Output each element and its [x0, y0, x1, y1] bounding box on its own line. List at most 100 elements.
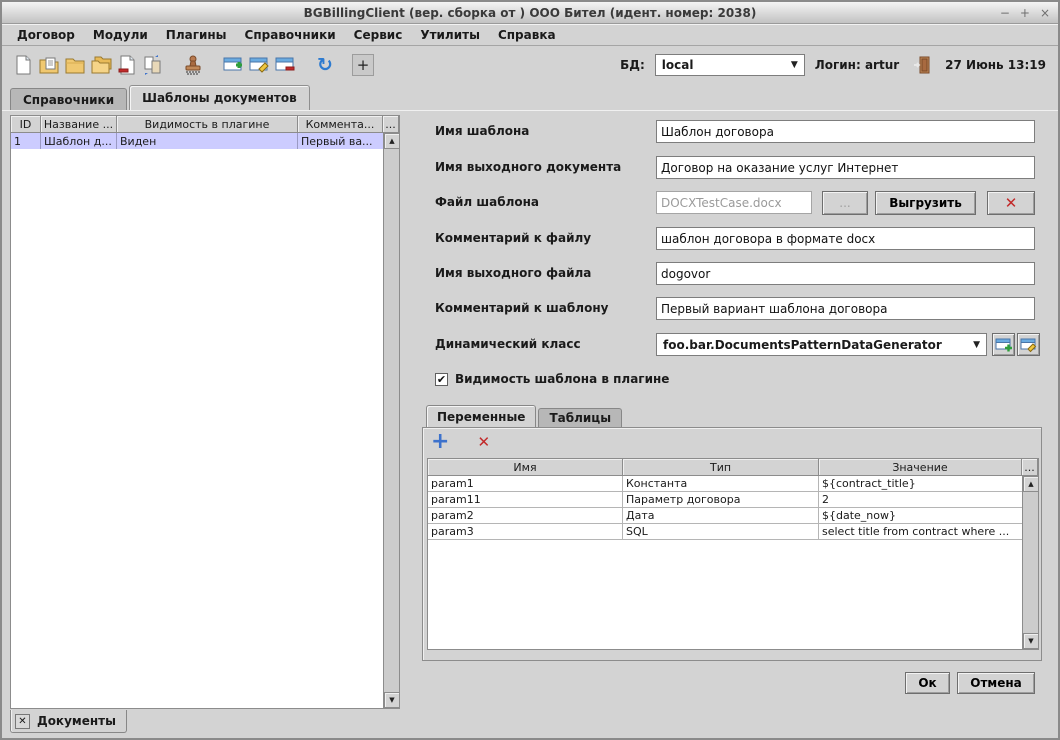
cell-name: Шаблон д...	[41, 133, 117, 149]
folder-icon[interactable]	[62, 52, 88, 78]
column-header-var-value[interactable]: Значение	[819, 459, 1022, 476]
scroll-down-icon[interactable]: ▼	[384, 692, 400, 708]
maximize-icon[interactable]: +	[1020, 6, 1030, 20]
title-bar[interactable]: BGBillingClient (вер. сборка от ) ООО Би…	[2, 2, 1058, 24]
menu-item-spravka[interactable]: Справка	[489, 28, 565, 42]
bottom-tabstrip: ✕ Документы	[2, 710, 1058, 738]
content-area: ID Название ... Видимость в плагине Комм…	[2, 110, 1058, 712]
table-row[interactable]: param3 SQL select title from contract wh…	[428, 524, 1022, 540]
scroll-up-icon[interactable]: ▲	[1023, 476, 1039, 492]
minimize-icon[interactable]: −	[1000, 6, 1010, 20]
template-name-label: Имя шаблона	[435, 124, 529, 138]
edit-window-icon	[1020, 336, 1038, 354]
template-name-input[interactable]	[656, 120, 1035, 143]
open-document-icon[interactable]	[36, 52, 62, 78]
table-row[interactable]: param2 Дата ${date_now}	[428, 508, 1022, 524]
clear-file-button[interactable]: ✕	[987, 191, 1035, 215]
column-header-id[interactable]: ID	[11, 116, 41, 133]
column-header-visibility[interactable]: Видимость в плагине	[117, 116, 298, 133]
output-doc-name-input[interactable]	[656, 156, 1035, 179]
menu-item-servis[interactable]: Сервис	[345, 28, 412, 42]
output-file-name-label: Имя выходного файла	[435, 266, 591, 280]
tab-tablicy[interactable]: Таблицы	[538, 408, 622, 427]
cell-var-type: Параметр договора	[623, 492, 819, 507]
menu-item-moduli[interactable]: Модули	[84, 28, 157, 42]
ok-button[interactable]: Ок	[905, 672, 950, 694]
menu-item-plaginy[interactable]: Плагины	[157, 28, 236, 42]
db-label: БД:	[620, 58, 645, 72]
menu-item-utility[interactable]: Утилиты	[411, 28, 489, 42]
visibility-checkbox-row[interactable]: ✔ Видимость шаблона в плагине	[435, 372, 669, 386]
tab-spravochniki[interactable]: Справочники	[10, 88, 127, 110]
variables-table: Имя Тип Значение ... param1 Константа ${…	[427, 458, 1039, 650]
add-window-icon	[995, 336, 1013, 354]
column-header-var-type[interactable]: Тип	[623, 459, 819, 476]
template-form: Имя шаблона Имя выходного документа Файл…	[422, 111, 1044, 713]
dynamic-class-value: foo.bar.DocumentsPatternDataGenerator	[663, 338, 965, 352]
login-label: Логин: artur	[815, 58, 899, 72]
chevron-down-icon: ▼	[791, 60, 798, 70]
folders-icon[interactable]	[88, 52, 114, 78]
output-file-name-input[interactable]	[656, 262, 1035, 285]
variables-table-header: Имя Тип Значение ...	[428, 459, 1038, 476]
table-row[interactable]: 1 Шаблон д... Виден Первый ва...	[11, 133, 383, 149]
add-window-icon[interactable]	[220, 52, 246, 78]
browse-file-button[interactable]: ...	[822, 191, 868, 215]
form-row-output-doc-name: Имя выходного документа	[422, 156, 1042, 180]
menu-bar: Договор Модули Плагины Справочники Серви…	[2, 24, 1058, 46]
column-header-comment[interactable]: Коммента...	[298, 116, 383, 133]
form-row-template-comment: Комментарий к шаблону	[422, 297, 1042, 321]
templates-table-scrollbar[interactable]: ▲ ▼	[383, 133, 399, 708]
file-comment-input[interactable]	[656, 227, 1035, 250]
add-class-button[interactable]	[992, 333, 1015, 356]
menu-item-spravochniki[interactable]: Справочники	[236, 28, 345, 42]
edit-class-button[interactable]	[1017, 333, 1040, 356]
dynamic-class-combobox[interactable]: foo.bar.DocumentsPatternDataGenerator ▼	[656, 333, 987, 356]
cell-visibility: Виден	[117, 133, 298, 149]
scroll-up-icon[interactable]: ▲	[384, 133, 400, 149]
column-chooser-button[interactable]: ...	[1022, 459, 1038, 476]
variables-table-scrollbar[interactable]: ▲ ▼	[1022, 476, 1038, 649]
template-comment-input[interactable]	[656, 297, 1035, 320]
add-variable-icon[interactable]: +	[431, 431, 449, 453]
form-row-dynamic-class: Динамический класс foo.bar.DocumentsPatt…	[422, 333, 1042, 357]
logout-door-icon[interactable]	[909, 52, 935, 78]
close-icon[interactable]: ×	[1040, 6, 1050, 20]
close-tab-icon[interactable]: ✕	[15, 714, 30, 729]
toolbar-plus-button[interactable]: +	[352, 54, 374, 76]
upload-file-button[interactable]: Выгрузить	[875, 191, 976, 215]
column-header-var-name[interactable]: Имя	[428, 459, 623, 476]
delete-variable-icon[interactable]: ✕	[477, 433, 490, 451]
chevron-down-icon: ▼	[973, 340, 980, 350]
db-combobox[interactable]: local ▼	[655, 54, 805, 76]
scroll-down-icon[interactable]: ▼	[1023, 633, 1039, 649]
menu-item-dogovor[interactable]: Договор	[8, 28, 84, 42]
cancel-button[interactable]: Отмена	[957, 672, 1035, 694]
app-window: BGBillingClient (вер. сборка от ) ООО Би…	[0, 0, 1060, 740]
scrollbar-track[interactable]	[1023, 492, 1038, 633]
cell-var-value: select title from contract where ...	[819, 524, 1022, 539]
table-row[interactable]: param11 Параметр договора 2	[428, 492, 1022, 508]
cell-var-name: param2	[428, 508, 623, 523]
column-chooser-button[interactable]: ...	[383, 116, 399, 133]
edit-window-icon[interactable]	[246, 52, 272, 78]
form-row-template-name: Имя шаблона	[422, 120, 1042, 144]
stamp-icon[interactable]	[180, 52, 206, 78]
template-file-input	[656, 191, 812, 214]
scrollbar-track[interactable]	[384, 149, 399, 692]
visibility-checkbox-label: Видимость шаблона в плагине	[455, 372, 669, 386]
cell-var-value: ${contract_title}	[819, 476, 1022, 491]
table-row[interactable]: param1 Константа ${contract_title}	[428, 476, 1022, 492]
bottom-tab-label: Документы	[37, 714, 116, 728]
column-header-name[interactable]: Название ...	[41, 116, 117, 133]
checkbox-checked-icon[interactable]: ✔	[435, 373, 448, 386]
tab-shablony-dokumentov[interactable]: Шаблоны документов	[129, 85, 310, 110]
tab-dokumenty[interactable]: ✕ Документы	[10, 710, 127, 733]
refresh-icon[interactable]: ↻	[312, 52, 338, 78]
new-document-icon[interactable]	[10, 52, 36, 78]
tab-peremennye[interactable]: Переменные	[426, 405, 536, 427]
toolbar: ↻ + БД: local ▼ Логин: artur 27 Июнь 13:…	[2, 47, 1058, 83]
copy-document-icon[interactable]	[140, 52, 166, 78]
delete-document-icon[interactable]	[114, 52, 140, 78]
remove-window-icon[interactable]	[272, 52, 298, 78]
